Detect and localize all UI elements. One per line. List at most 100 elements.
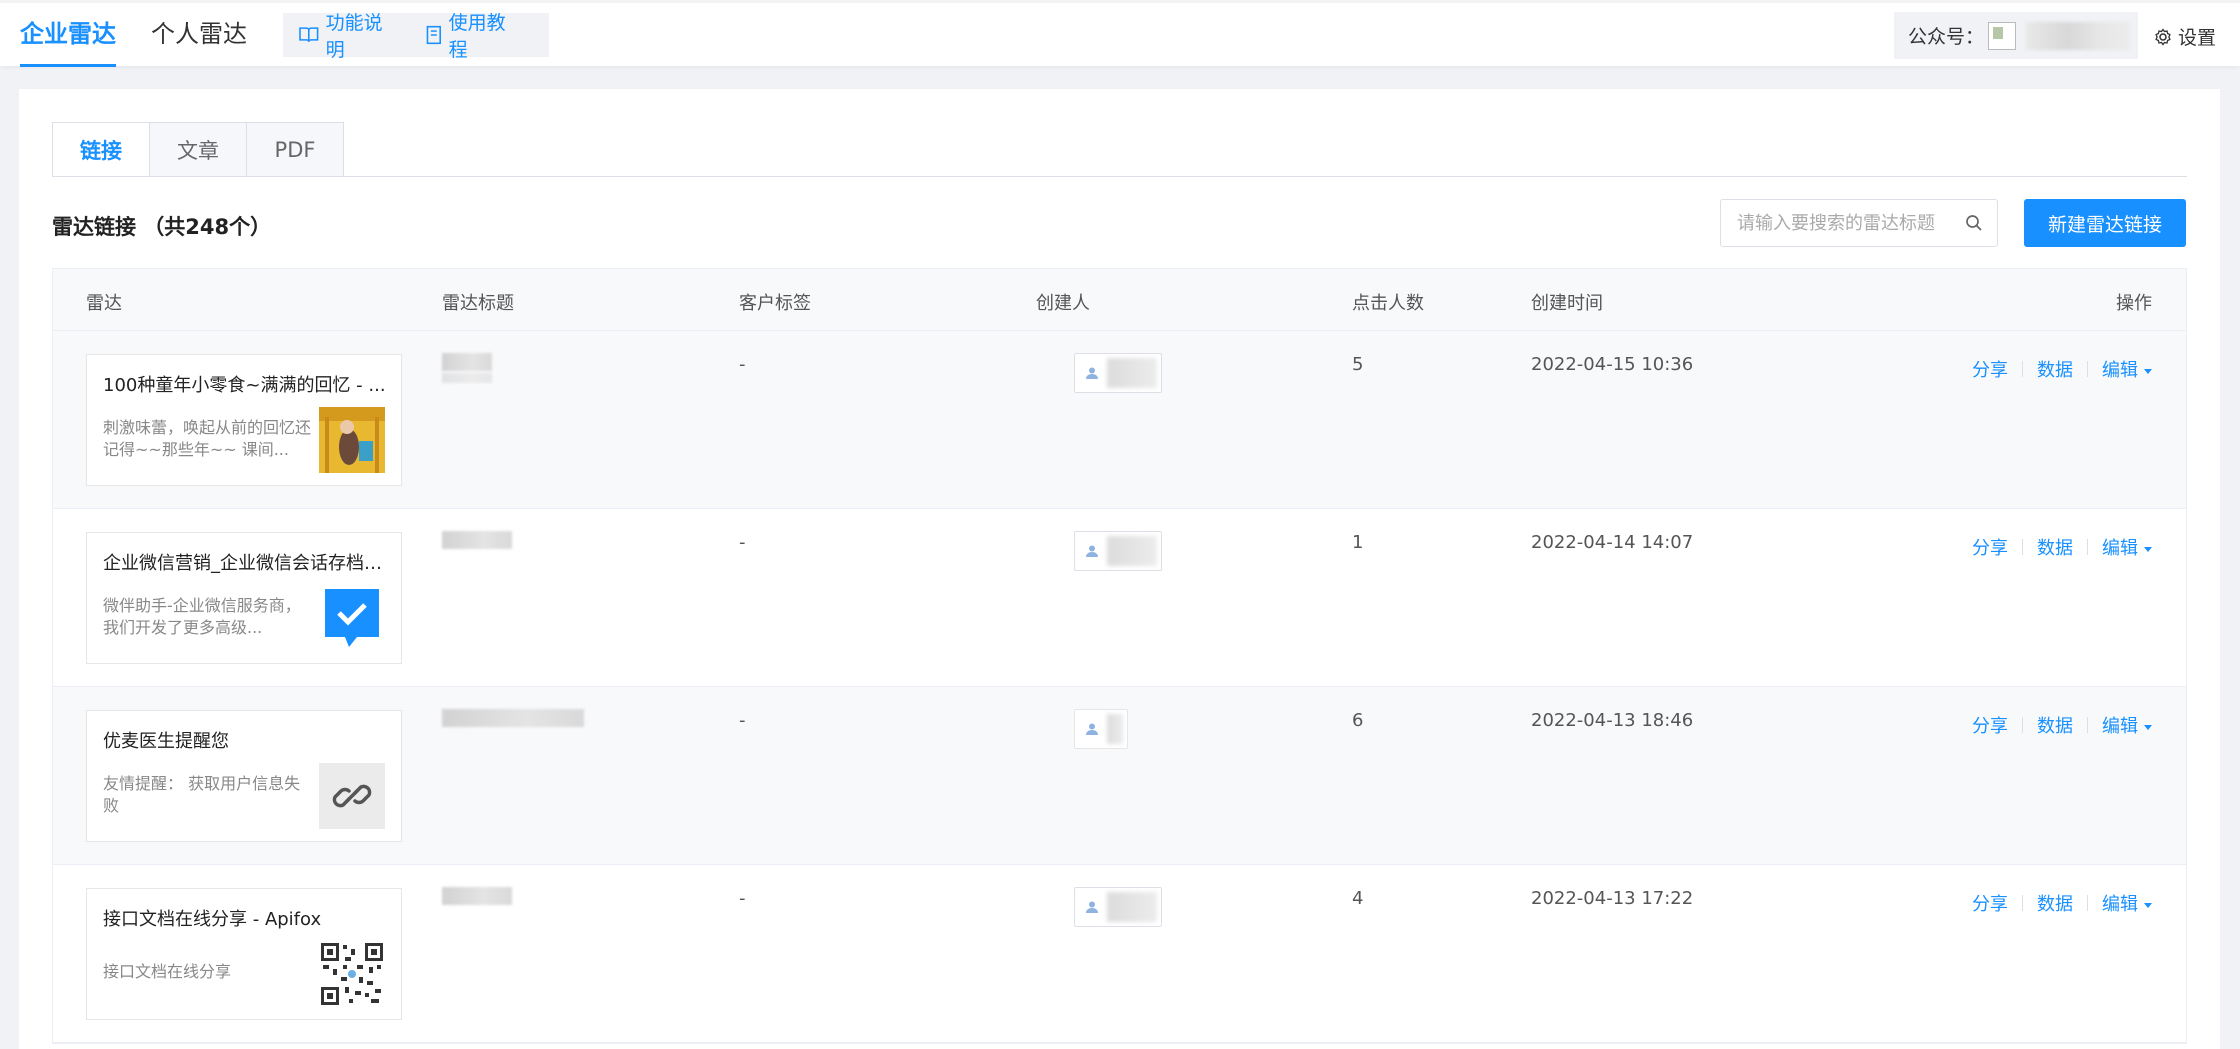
- account-avatar: [1988, 21, 2017, 50]
- edit-dropdown[interactable]: 编辑: [2102, 890, 2152, 916]
- content-type-tabs: 链接 文章 PDF: [52, 122, 344, 177]
- check-chat-icon: [325, 589, 379, 647]
- radar-card-desc: 友情提醒： 获取用户信息失败: [103, 774, 301, 815]
- click-count: 6: [1352, 710, 1364, 731]
- row-actions: 分享 数据 编辑: [1972, 890, 2152, 916]
- top-header: 企业雷达 个人雷达 功能说明 使用教程 公众号： 设置: [0, 0, 2240, 67]
- divider: [2022, 361, 2023, 377]
- edit-label: 编辑: [2102, 894, 2138, 915]
- radar-title-blurred: [442, 353, 492, 371]
- official-account[interactable]: 公众号：: [1894, 12, 2138, 59]
- data-link[interactable]: 数据: [2037, 712, 2073, 738]
- creator-chip: [1074, 709, 1128, 749]
- data-link[interactable]: 数据: [2037, 890, 2073, 916]
- row-actions: 分享 数据 编辑: [1972, 712, 2152, 738]
- tab-article[interactable]: 文章: [149, 122, 247, 176]
- created-time: 2022-04-15 10:36: [1531, 354, 1694, 375]
- new-radar-link-button[interactable]: 新建雷达链接: [2024, 199, 2186, 247]
- divider: [2087, 361, 2088, 377]
- nav-enterprise-radar[interactable]: 企业雷达: [20, 3, 116, 67]
- divider: [2022, 895, 2023, 911]
- edit-label: 编辑: [2102, 360, 2138, 381]
- table-row: 100种童年小零食~满满的回忆 - ... 刺激味蕾，唤起从前的回忆还记得~~那…: [53, 331, 2186, 509]
- caret-down-icon: [2144, 902, 2152, 908]
- tab-pdf[interactable]: PDF: [246, 122, 344, 176]
- tutorial-link[interactable]: 使用教程: [426, 8, 523, 62]
- search-input[interactable]: [1737, 212, 1957, 234]
- col-creator: 创建人: [1036, 293, 1090, 314]
- creator-name-blurred: [1107, 358, 1157, 388]
- customer-tag: -: [739, 532, 746, 553]
- link-icon: [319, 763, 385, 829]
- radar-card-title: 100种童年小零食~满满的回忆 - ...: [103, 375, 386, 396]
- table-header: 雷达 雷达标题 客户标签 创建人 点击人数 创建时间 操作: [53, 269, 2186, 331]
- qr-code: [319, 941, 385, 1007]
- search-box[interactable]: [1720, 199, 1998, 247]
- edit-dropdown[interactable]: 编辑: [2102, 712, 2152, 738]
- divider: [2087, 539, 2088, 555]
- tab-link[interactable]: 链接: [52, 122, 150, 177]
- divider: [2022, 717, 2023, 733]
- radar-card-desc: 刺激味蕾，唤起从前的回忆还记得~~那些年~~ 课间...: [103, 418, 311, 459]
- radar-title-blurred: [442, 709, 584, 727]
- created-time: 2022-04-14 14:07: [1531, 532, 1694, 553]
- creator-name-blurred: [1107, 892, 1157, 922]
- user-icon: [1086, 901, 1098, 913]
- search-icon[interactable]: [1965, 214, 1983, 232]
- radar-card-title: 企业微信营销_企业微信会话存档_...: [103, 553, 387, 574]
- col-created-time: 创建时间: [1531, 293, 1603, 314]
- customer-tag: -: [739, 354, 746, 375]
- customer-tag: -: [739, 710, 746, 731]
- user-icon: [1086, 367, 1098, 379]
- edit-dropdown[interactable]: 编辑: [2102, 534, 2152, 560]
- share-link[interactable]: 分享: [1972, 356, 2008, 382]
- nav-personal-radar[interactable]: 个人雷达: [151, 3, 247, 66]
- settings-button[interactable]: 设置: [2154, 23, 2216, 50]
- share-link[interactable]: 分享: [1972, 534, 2008, 560]
- click-count: 1: [1352, 532, 1364, 553]
- row-actions: 分享 数据 编辑: [1972, 534, 2152, 560]
- tutorial-label: 使用教程: [448, 12, 506, 61]
- data-link[interactable]: 数据: [2037, 534, 2073, 560]
- tab-divider: [52, 176, 2187, 177]
- created-time: 2022-04-13 17:22: [1531, 888, 1694, 909]
- radar-card-desc: 微伴助手-企业微信服务商，我们开发了更多高级...: [103, 596, 301, 637]
- caret-down-icon: [2144, 368, 2152, 374]
- divider: [2087, 717, 2088, 733]
- radar-title-blurred: [442, 887, 512, 905]
- table-row: 企业微信营销_企业微信会话存档_... 微伴助手-企业微信服务商，我们开发了更多…: [53, 509, 2186, 687]
- radar-card[interactable]: 优麦医生提醒您 友情提醒： 获取用户信息失败: [86, 710, 402, 842]
- creator-name-blurred: [1107, 714, 1123, 744]
- radar-title-blurred: [442, 373, 492, 383]
- document-icon: [426, 25, 441, 45]
- caret-down-icon: [2144, 724, 2152, 730]
- col-customer-tag: 客户标签: [739, 293, 811, 314]
- radar-card-title: 优麦医生提醒您: [103, 731, 229, 752]
- click-count: 4: [1352, 888, 1364, 909]
- feature-description-link[interactable]: 功能说明: [299, 8, 400, 62]
- settings-label: 设置: [2178, 27, 2217, 49]
- edit-label: 编辑: [2102, 716, 2138, 737]
- caret-down-icon: [2144, 546, 2152, 552]
- radar-card[interactable]: 企业微信营销_企业微信会话存档_... 微伴助手-企业微信服务商，我们开发了更多…: [86, 532, 402, 664]
- divider: [2087, 895, 2088, 911]
- share-link[interactable]: 分享: [1972, 712, 2008, 738]
- col-actions: 操作: [2116, 293, 2152, 314]
- table-row: 优麦医生提醒您 友情提醒： 获取用户信息失败 - 6 2022-04-13 18…: [53, 687, 2186, 865]
- creator-name-blurred: [1107, 536, 1157, 566]
- user-icon: [1086, 723, 1098, 735]
- share-link[interactable]: 分享: [1972, 890, 2008, 916]
- customer-tag: -: [739, 888, 746, 909]
- section-title: 雷达链接 （共248个）: [52, 215, 272, 239]
- radar-title-blurred: [442, 531, 512, 549]
- gear-icon: [2155, 27, 2171, 46]
- user-icon: [1086, 545, 1098, 557]
- radar-card[interactable]: 接口文档在线分享 - Apifox 接口文档在线分享: [86, 888, 402, 1020]
- radar-card[interactable]: 100种童年小零食~满满的回忆 - ... 刺激味蕾，唤起从前的回忆还记得~~那…: [86, 354, 402, 486]
- row-actions: 分享 数据 编辑: [1972, 356, 2152, 382]
- edit-dropdown[interactable]: 编辑: [2102, 356, 2152, 382]
- data-link[interactable]: 数据: [2037, 356, 2073, 382]
- feature-description-label: 功能说明: [325, 12, 383, 61]
- radar-table: 雷达 雷达标题 客户标签 创建人 点击人数 创建时间 操作 100种童年小零食~…: [52, 268, 2187, 1044]
- help-links: 功能说明 使用教程: [283, 12, 549, 61]
